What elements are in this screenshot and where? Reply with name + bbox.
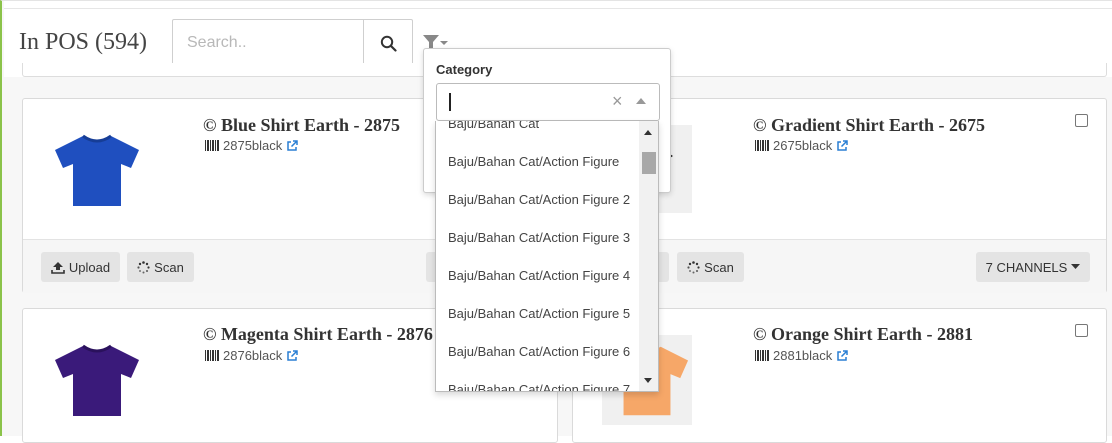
- options-scrollbar[interactable]: [639, 121, 658, 391]
- external-link-icon[interactable]: [836, 139, 849, 152]
- chevron-up-icon[interactable]: [636, 98, 646, 104]
- category-option[interactable]: Baju/Bahan Cat/Action Figure 7: [436, 370, 639, 392]
- product-image[interactable]: [53, 134, 141, 208]
- scroll-down-arrow-icon[interactable]: [644, 378, 652, 383]
- category-label: Category: [436, 62, 493, 77]
- magnifier-icon: [380, 35, 397, 52]
- product-title[interactable]: © Gradient Shirt Earth - 2675: [753, 115, 985, 136]
- upload-icon: [51, 261, 65, 274]
- sku-text: 2881black: [773, 348, 833, 363]
- spinner-icon: [137, 260, 150, 273]
- external-link-icon[interactable]: [836, 349, 849, 362]
- scan-button[interactable]: Scan: [677, 252, 744, 282]
- select-checkbox[interactable]: [1075, 324, 1088, 337]
- sku-text: 2675black: [773, 138, 833, 153]
- upload-label: Upload: [68, 259, 111, 275]
- sku-text: 2876black: [223, 348, 283, 363]
- scan-button[interactable]: Scan: [127, 252, 194, 282]
- select-checkbox[interactable]: [1075, 114, 1088, 127]
- barcode-icon: [755, 140, 769, 151]
- product-sku: 2876black: [205, 348, 299, 363]
- category-option[interactable]: Baju/Bahan Cat/Action Figure 2: [436, 180, 639, 218]
- category-select[interactable]: ×: [436, 83, 660, 121]
- product-sku: 2675black: [755, 138, 849, 153]
- barcode-icon: [755, 350, 769, 361]
- scroll-thumb[interactable]: [642, 152, 656, 174]
- external-link-icon[interactable]: [286, 349, 299, 362]
- category-options-list[interactable]: Baju/Bahan Cat Baju/Bahan Cat/Action Fig…: [435, 121, 659, 392]
- channels-label: 7 CHANNELS: [985, 259, 1068, 275]
- category-option[interactable]: Baju/Bahan Cat/Action Figure: [436, 142, 639, 180]
- product-sku: 2881black: [755, 348, 849, 363]
- product-image[interactable]: [53, 344, 141, 418]
- caret-down-icon: [1071, 264, 1081, 269]
- channels-dropdown-button[interactable]: 7 CHANNELS: [976, 252, 1090, 282]
- scan-label: Scan: [704, 259, 734, 275]
- category-option[interactable]: Baju/Bahan Cat/Action Figure 3: [436, 218, 639, 256]
- category-option[interactable]: Baju/Bahan Cat/Action Figure 6: [436, 332, 639, 370]
- search-input[interactable]: [173, 20, 363, 66]
- barcode-icon: [205, 140, 219, 151]
- barcode-icon: [205, 350, 219, 361]
- search-box: [172, 19, 413, 67]
- page-title: In POS (594): [19, 29, 148, 55]
- product-sku: 2875black: [205, 138, 299, 153]
- app-frame: In POS (594) © Blue Shirt Eart: [0, 0, 1112, 443]
- upload-button[interactable]: Upload: [41, 252, 120, 282]
- spinner-icon: [687, 260, 700, 273]
- clear-icon[interactable]: ×: [612, 91, 623, 112]
- sku-text: 2875black: [223, 138, 283, 153]
- product-title[interactable]: © Magenta Shirt Earth - 2876: [203, 324, 433, 345]
- scroll-up-arrow-icon[interactable]: [644, 130, 652, 135]
- category-option[interactable]: Baju/Bahan Cat: [436, 121, 639, 142]
- product-title[interactable]: © Blue Shirt Earth - 2875: [203, 115, 400, 136]
- external-link-icon[interactable]: [286, 139, 299, 152]
- product-title[interactable]: © Orange Shirt Earth - 2881: [753, 324, 973, 345]
- category-option[interactable]: Baju/Bahan Cat/Action Figure 5: [436, 294, 639, 332]
- category-option[interactable]: Baju/Bahan Cat/Action Figure 4: [436, 256, 639, 294]
- top-strip: [4, 1, 1112, 9]
- search-button[interactable]: [363, 20, 412, 66]
- text-cursor: [449, 93, 451, 111]
- scan-label: Scan: [154, 259, 184, 275]
